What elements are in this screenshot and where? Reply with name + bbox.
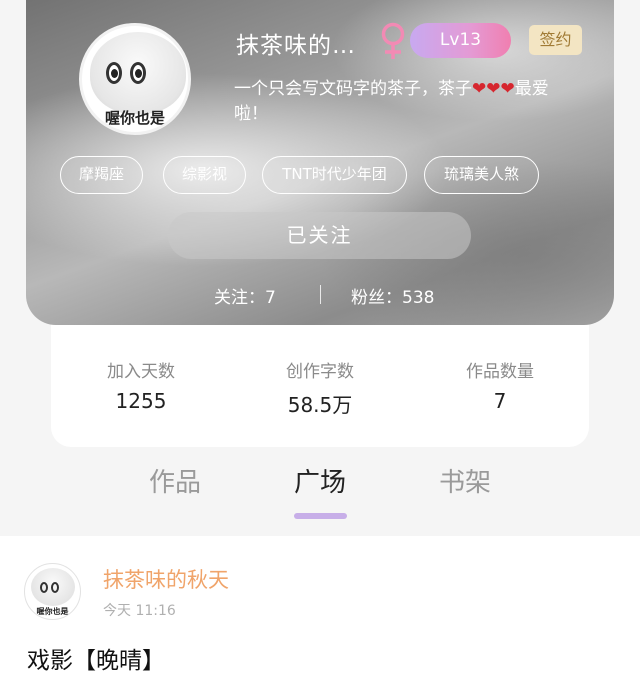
level-badge: Lv13 <box>410 23 511 58</box>
following-count[interactable]: 关注：7 <box>214 283 276 308</box>
bio-text: 一个只会写文码字的茶子，茶子 <box>234 79 472 99</box>
tag-chip[interactable]: 琉璃美人煞 <box>424 156 539 194</box>
stat-value: 58.5万 <box>287 393 353 417</box>
avatar[interactable]: 喔你也是 <box>79 23 191 135</box>
heart-icon: ❤❤❤ <box>472 79 515 99</box>
stat-join-days: 加入天数 1255 <box>71 357 211 413</box>
avatar-image <box>90 32 186 114</box>
profile-header: 喔你也是 抹茶味的… Lv13 签约 一个只会写文码字的茶子，茶子❤❤❤最爱 啦… <box>26 0 614 325</box>
tag-chip[interactable]: TNT时代少年团 <box>262 156 407 194</box>
post-card[interactable]: 喔你也是 抹茶味的秋天 今天 11:16 戏影【晚晴】 <box>0 536 640 682</box>
bio: 一个只会写文码字的茶子，茶子❤❤❤最爱 啦！ <box>234 77 614 127</box>
signed-badge: 签约 <box>529 25 582 55</box>
tag-chip[interactable]: 摩羯座 <box>60 156 143 194</box>
avatar-caption: 喔你也是 <box>36 607 69 616</box>
tab-bookshelf[interactable]: 书架 <box>425 462 505 499</box>
divider <box>320 285 321 304</box>
stat-value: 7 <box>493 389 507 413</box>
follow-stats: 关注：7 粉丝：538 <box>26 283 614 308</box>
bio-text-tail: 最爱 <box>514 79 549 99</box>
post-author-name[interactable]: 抹茶味的秋天 <box>103 564 229 594</box>
tag-chip[interactable]: 综影视 <box>163 156 246 194</box>
bio-line-2: 啦！ <box>234 104 268 124</box>
stat-label: 创作字数 <box>286 362 354 382</box>
stat-value: 1255 <box>115 389 167 413</box>
post-title[interactable]: 戏影【晚晴】 <box>27 641 165 675</box>
stat-label: 加入天数 <box>107 362 175 382</box>
active-tab-indicator <box>294 513 347 519</box>
follow-button[interactable]: 已关注 <box>168 212 471 259</box>
post-timestamp: 今天 11:16 <box>103 603 176 619</box>
fans-count[interactable]: 粉丝：538 <box>351 283 434 308</box>
stat-works-count: 作品数量 7 <box>430 357 570 413</box>
username[interactable]: 抹茶味的… <box>236 26 356 60</box>
stat-word-count: 创作字数 58.5万 <box>250 357 390 418</box>
avatar-caption: 喔你也是 <box>104 109 165 127</box>
tab-works[interactable]: 作品 <box>135 462 215 499</box>
avatar-image <box>31 568 75 606</box>
stat-label: 作品数量 <box>466 362 534 382</box>
tab-square[interactable]: 广场 <box>280 462 360 499</box>
female-symbol-icon <box>381 22 405 59</box>
post-avatar[interactable]: 喔你也是 <box>24 563 81 620</box>
